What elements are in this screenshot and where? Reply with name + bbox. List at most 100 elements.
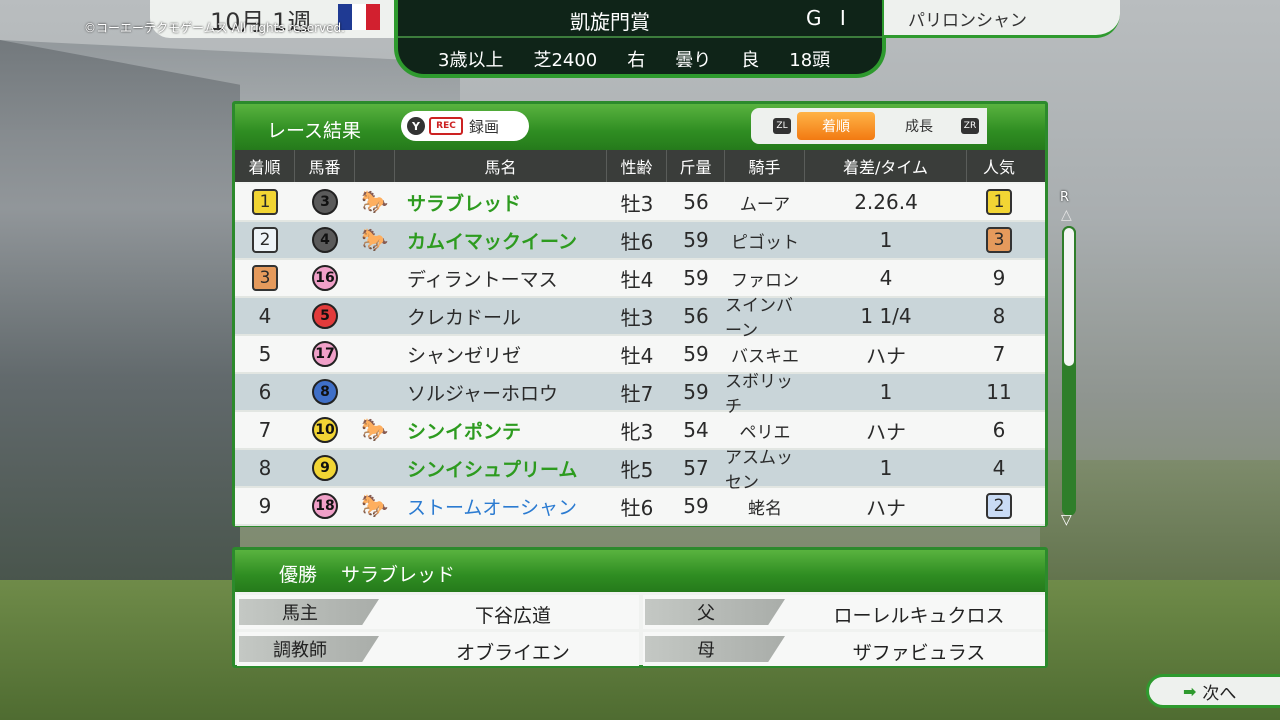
popularity-text: 7	[992, 342, 1006, 366]
carried-weight: 59	[683, 494, 709, 518]
gate-number-cell: 16	[295, 260, 355, 296]
gate-number-cell: 18	[295, 488, 355, 524]
popularity-text: 4	[992, 456, 1006, 480]
dam-row: 母 ザファビュラス	[643, 632, 1045, 666]
race-results-panel: レース結果 Y REC 録画 ZL 着順 成長 ZR 着順 馬番 馬名 性齢 斤…	[232, 101, 1048, 527]
popularity-badge: 3	[986, 227, 1012, 253]
popularity-cell: 4	[967, 450, 1031, 486]
rank-text: 9	[258, 494, 272, 518]
result-row[interactable]: 1 3 🐎 サラブレッド 牡3 56 ムーア 2.26.4 1	[235, 184, 1045, 222]
jockey-name: ムーア	[739, 194, 791, 215]
winner-header: 優勝 サラブレッド	[235, 550, 1045, 592]
next-button[interactable]: ➡ 次へ	[1146, 674, 1280, 708]
jockey-name: アスムッセン	[725, 448, 793, 493]
sex-age: 牡6	[620, 495, 654, 520]
race-conditions: 3歳以上 芝2400 右 曇り 良 18頭	[438, 46, 830, 72]
jockey-name: 蛯名	[748, 498, 782, 519]
arrow-right-icon: ➡	[1183, 681, 1197, 701]
horse-name: クレカドール	[407, 306, 522, 329]
gate-number-badge: 8	[312, 379, 338, 405]
gate-number-badge: 9	[312, 455, 338, 481]
popularity-cell: 6	[967, 412, 1031, 448]
winner-horse-name: サラブレッド	[341, 564, 456, 586]
scroll-up-arrow-icon[interactable]: △	[1061, 207, 1072, 223]
margin-time: 1 1/4	[860, 304, 912, 328]
popularity-cell: 9	[967, 260, 1031, 296]
result-row[interactable]: 8 9 シンイシュプリーム 牝5 57 アスムッセン 1 4	[235, 448, 1045, 493]
margin-time: ハナ	[866, 495, 906, 520]
margin-time: 1	[879, 380, 893, 404]
horse-name: サラブレッド	[407, 192, 522, 215]
rank-text: 7	[258, 418, 272, 442]
race-track-condition: 良	[741, 50, 760, 71]
trainer-row: 調教師 オブライエン	[237, 632, 639, 666]
record-replay-button[interactable]: Y REC 録画	[401, 111, 529, 141]
horse-icon-cell: 🐎	[355, 488, 395, 524]
popularity-cell: 7	[967, 336, 1031, 372]
owner-row: 馬主 下谷広道	[237, 595, 639, 629]
margin-time: ハナ	[866, 343, 906, 368]
result-row[interactable]: 7 10 🐎 シンイポンテ 牝3 54 ペリエ ハナ 6	[235, 412, 1045, 450]
gate-number-cell: 17	[295, 336, 355, 372]
rank-cell: 9	[235, 488, 295, 524]
rank-badge: 2	[252, 227, 278, 253]
race-field-size: 18頭	[789, 50, 831, 71]
horse-icon: 🐎	[361, 227, 389, 253]
carried-weight: 56	[683, 304, 709, 328]
sex-age: 牡6	[620, 229, 654, 254]
race-grade: G I	[806, 6, 852, 30]
horse-icon-cell: 🐎	[355, 222, 395, 258]
horse-name: ストームオーシャン	[407, 496, 578, 519]
horse-icon-cell	[355, 374, 395, 410]
horse-name: シャンゼリゼ	[407, 344, 522, 367]
scroll-down-arrow-icon[interactable]: ▽	[1061, 512, 1072, 528]
sire-value: ローレルキュクロス	[833, 605, 1005, 627]
race-age-condition: 3歳以上	[438, 50, 504, 71]
flag-stripe-red	[366, 4, 380, 30]
carried-weight: 56	[683, 190, 709, 214]
horse-name: ディラントーマス	[407, 268, 558, 291]
horse-name: ソルジャーホロウ	[407, 382, 559, 405]
gate-number-cell: 10	[295, 412, 355, 448]
horse-icon-cell	[355, 450, 395, 486]
popularity-cell: 2	[967, 488, 1031, 524]
result-row[interactable]: 6 8 ソルジャーホロウ 牡7 59 スボリッチ 1 11	[235, 372, 1045, 417]
column-header-popularity: 人気	[982, 158, 1015, 177]
horse-name: カムイマックイーン	[407, 230, 578, 253]
rank-cell: 8	[235, 450, 295, 486]
column-header-icon	[355, 150, 395, 182]
rank-cell: 3	[235, 260, 295, 296]
result-row[interactable]: 5 17 シャンゼリゼ 牡4 59 バスキエ ハナ 7	[235, 336, 1045, 374]
column-header-horse-name: 馬名	[395, 150, 607, 182]
carried-weight: 59	[683, 380, 709, 404]
gate-number-badge: 4	[312, 227, 338, 253]
tab-finishing-order[interactable]: 着順	[797, 112, 875, 140]
gate-number-cell: 3	[295, 184, 355, 220]
result-row[interactable]: 4 5 クレカドール 牡3 56 スインバーン 1 1/4 8	[235, 296, 1045, 341]
zl-button-icon[interactable]: ZL	[773, 118, 791, 134]
sex-age: 牡3	[620, 191, 654, 216]
result-row[interactable]: 2 4 🐎 カムイマックイーン 牡6 59 ピゴット 1 3	[235, 222, 1045, 260]
rank-text: 6	[258, 380, 272, 404]
gate-number-badge: 18	[312, 493, 338, 519]
result-row[interactable]: 9 18 🐎 ストームオーシャン 牡6 59 蛯名 ハナ 2	[235, 488, 1045, 526]
margin-time: 1	[879, 456, 893, 480]
tab-growth[interactable]: 成長	[881, 112, 957, 140]
zr-button-icon[interactable]: ZR	[961, 118, 979, 134]
margin-time: 4	[879, 266, 893, 290]
horse-icon-cell	[355, 336, 395, 372]
scrollbar-thumb[interactable]	[1062, 226, 1076, 368]
result-row[interactable]: 3 16 ディラントーマス 牡4 59 ファロン 4 9	[235, 260, 1045, 298]
race-name: 凱旋門賞	[570, 10, 650, 34]
carried-weight: 57	[683, 456, 709, 480]
y-button-icon: Y	[407, 117, 425, 135]
jockey-name: スインバーン	[725, 296, 793, 341]
trainer-key: 調教師	[239, 636, 379, 662]
sex-age: 牡4	[620, 267, 654, 292]
popularity-text: 6	[992, 418, 1006, 442]
venue-panel: パリロンシャン	[884, 0, 1120, 38]
race-header: 凱旋門賞 G I 3歳以上 芝2400 右 曇り 良 18頭	[394, 0, 886, 78]
rank-cell: 2	[235, 222, 295, 258]
results-rows: 1 3 🐎 サラブレッド 牡3 56 ムーア 2.26.4 1 2 4 🐎 カム…	[235, 184, 1045, 526]
popularity-text: 9	[992, 266, 1006, 290]
